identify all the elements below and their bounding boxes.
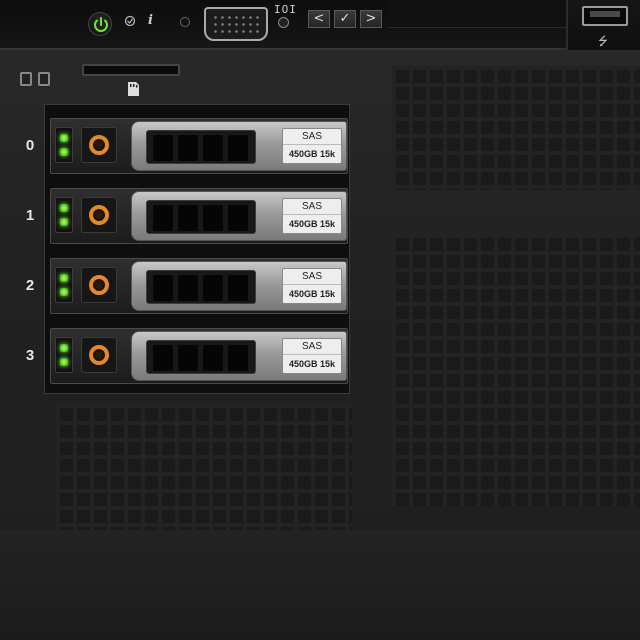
sd-card-icon bbox=[128, 82, 139, 96]
release-ring-icon bbox=[89, 275, 109, 295]
status-led bbox=[60, 288, 68, 296]
vent-grille-bottom-left bbox=[56, 404, 352, 530]
vga-label: IOI bbox=[274, 3, 297, 16]
activity-led bbox=[60, 204, 68, 212]
release-ring-icon bbox=[89, 345, 109, 365]
handle-grille bbox=[146, 340, 256, 374]
release-ring-icon bbox=[89, 205, 109, 225]
vent-grille-top-right bbox=[392, 66, 640, 190]
drive-handle[interactable]: SAS 450GB 15k bbox=[131, 331, 347, 381]
drive-handle[interactable]: SAS 450GB 15k bbox=[131, 261, 347, 311]
drive-label: SAS 450GB 15k bbox=[282, 268, 342, 304]
vent-grille-right bbox=[392, 234, 640, 506]
drive-status-leds bbox=[55, 267, 73, 303]
drive-spec: 450GB 15k bbox=[288, 219, 336, 229]
drive-interface: SAS bbox=[283, 269, 341, 285]
system-id-button[interactable] bbox=[180, 17, 190, 27]
handle-grille bbox=[146, 270, 256, 304]
drive-status-leds bbox=[55, 197, 73, 233]
vga-port-indicator bbox=[278, 17, 289, 28]
drive-bay-0[interactable]: SAS 450GB 15k bbox=[50, 118, 348, 174]
info-icon: i bbox=[148, 13, 153, 28]
drive-spec: 450GB 15k bbox=[288, 289, 336, 299]
drive-spec: 450GB 15k bbox=[288, 149, 336, 159]
usb-port[interactable] bbox=[582, 6, 628, 26]
drive-interface: SAS bbox=[283, 129, 341, 145]
drive-handle[interactable]: SAS 450GB 15k bbox=[131, 121, 347, 171]
status-led bbox=[60, 358, 68, 366]
drive-release-button[interactable] bbox=[81, 127, 117, 163]
lcd-left-button[interactable]: < bbox=[308, 10, 330, 28]
lcd-right-button[interactable]: > bbox=[360, 10, 382, 28]
drive-status-leds bbox=[55, 337, 73, 373]
server-front-panel: i IOI < ✓ > ⭍ 0 SAS 450GB 15k 1 SAS 450G… bbox=[0, 0, 640, 640]
bay-number: 0 bbox=[25, 137, 35, 154]
drive-interface: SAS bbox=[283, 339, 341, 355]
handle-grille bbox=[146, 130, 256, 164]
control-panel: i IOI < ✓ > bbox=[0, 0, 566, 50]
activity-led bbox=[60, 274, 68, 282]
drive-spec: 450GB 15k bbox=[288, 359, 336, 369]
drive-label: SAS 450GB 15k bbox=[282, 198, 342, 234]
drive-release-button[interactable] bbox=[81, 267, 117, 303]
sd-card-slot[interactable] bbox=[82, 64, 180, 76]
drive-bay-2[interactable]: SAS 450GB 15k bbox=[50, 258, 348, 314]
power-icon bbox=[94, 17, 108, 32]
power-button[interactable] bbox=[88, 12, 112, 36]
status-led bbox=[60, 148, 68, 156]
usb-icon: ⭍ bbox=[598, 34, 608, 48]
usb-bay: ⭍ bbox=[566, 0, 640, 50]
handle-grille bbox=[146, 200, 256, 234]
drive-release-button[interactable] bbox=[81, 197, 117, 233]
lcd-select-button[interactable]: ✓ bbox=[334, 10, 356, 28]
drive-interface: SAS bbox=[283, 199, 341, 215]
drive-release-button[interactable] bbox=[81, 337, 117, 373]
drive-status-leds bbox=[55, 127, 73, 163]
diagnostics-icon bbox=[124, 15, 136, 27]
drive-label: SAS 450GB 15k bbox=[282, 128, 342, 164]
bay-number: 3 bbox=[25, 347, 35, 364]
latch-icon bbox=[38, 72, 50, 86]
drive-bay-1[interactable]: SAS 450GB 15k bbox=[50, 188, 348, 244]
lcd-panel bbox=[388, 0, 566, 28]
vga-port bbox=[204, 7, 268, 41]
activity-led bbox=[60, 344, 68, 352]
status-led bbox=[60, 218, 68, 226]
release-ring-icon bbox=[89, 135, 109, 155]
drive-bay-3[interactable]: SAS 450GB 15k bbox=[50, 328, 348, 384]
latch-icon bbox=[20, 72, 32, 86]
bay-number: 2 bbox=[25, 277, 35, 294]
chassis-bottom bbox=[0, 530, 640, 640]
activity-led bbox=[60, 134, 68, 142]
drive-label: SAS 450GB 15k bbox=[282, 338, 342, 374]
bay-number: 1 bbox=[25, 207, 35, 224]
drive-handle[interactable]: SAS 450GB 15k bbox=[131, 191, 347, 241]
